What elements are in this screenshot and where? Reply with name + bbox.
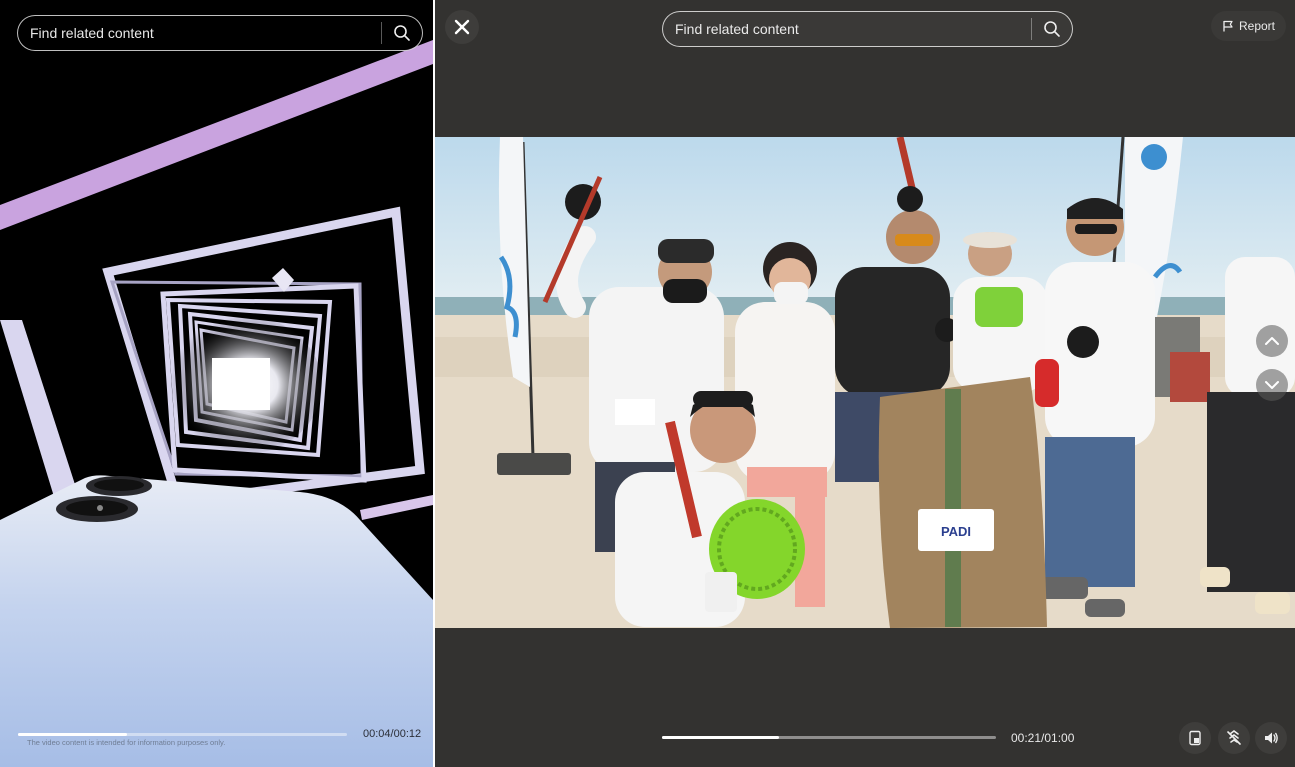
right-video-player[interactable]: Find related content Report PADI 00:21/0… — [435, 0, 1295, 767]
volume-icon — [1265, 732, 1278, 744]
video-time: 00:21/01:00 — [1011, 731, 1075, 745]
report-label: Report — [1238, 19, 1276, 33]
video-progress-fill — [662, 736, 779, 739]
video-progress-bar[interactable] — [662, 736, 996, 739]
video-frame: PADI — [435, 137, 1295, 628]
chevron-up-icon — [1265, 337, 1279, 345]
video-progress-bar[interactable] — [18, 733, 347, 736]
close-icon — [454, 19, 470, 35]
video-progress-fill — [18, 733, 127, 736]
next-video-button[interactable] — [1256, 369, 1288, 401]
left-video-frame — [0, 0, 433, 767]
picture-in-picture-button[interactable] — [1179, 722, 1211, 754]
search-bar[interactable]: Find related content — [17, 15, 423, 51]
report-button[interactable]: Report — [1211, 11, 1286, 41]
pip-icon — [1189, 730, 1201, 746]
flag-icon — [1223, 20, 1233, 32]
autoscroll-toggle-button[interactable] — [1218, 722, 1250, 754]
volume-button[interactable] — [1255, 722, 1287, 754]
previous-video-button[interactable] — [1256, 325, 1288, 357]
autoscroll-off-icon — [1227, 730, 1241, 745]
left-video-player[interactable]: Find related content 00:04/00:12 The vid… — [0, 0, 433, 767]
search-icon[interactable] — [382, 16, 422, 50]
sack-label: PADI — [941, 524, 971, 539]
search-input[interactable]: Find related content — [663, 21, 1031, 37]
search-bar[interactable]: Find related content — [662, 11, 1073, 47]
chevron-down-icon — [1265, 381, 1279, 389]
search-icon[interactable] — [1032, 12, 1072, 46]
close-button[interactable] — [445, 10, 479, 44]
video-time: 00:04/00:12 — [363, 728, 422, 740]
disclaimer-text: The video content is intended for inform… — [27, 738, 226, 747]
search-input[interactable]: Find related content — [18, 25, 381, 41]
